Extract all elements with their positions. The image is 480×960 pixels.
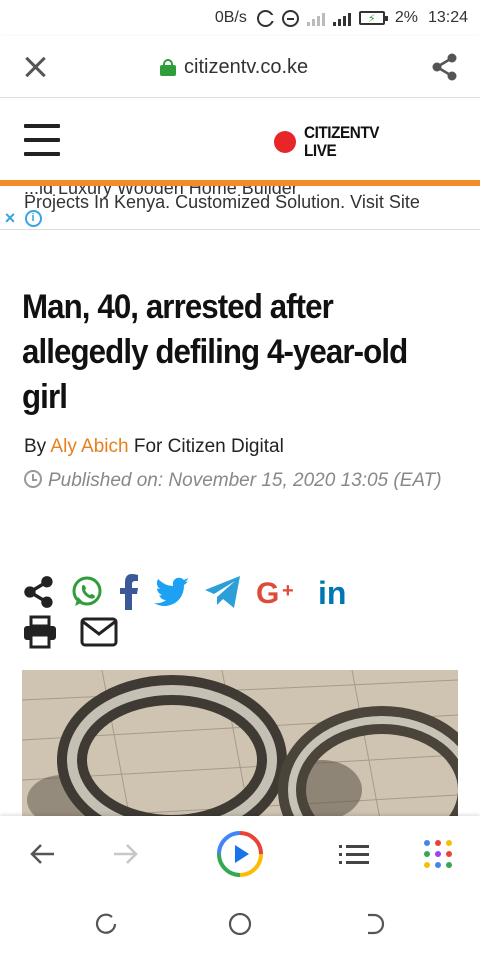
svg-text:+: + [282,580,294,602]
status-bar: 0B/s ⚡ 2% 13:24 [0,0,480,36]
arrow-left-icon [30,844,54,864]
handcuffs-image [22,670,458,830]
list-icon [339,845,369,864]
home-icon [228,912,252,936]
article-image [22,670,458,830]
citizen-tv-logo[interactable]: CITIZENTV LIVE [274,124,387,160]
ad-info-icon[interactable]: i [22,208,44,228]
system-back-button[interactable] [350,900,398,948]
play-icon [217,831,263,877]
ad-banner[interactable]: ...ld Luxury Wooden Home Builder Project… [0,186,480,230]
print-button[interactable] [22,615,58,654]
system-back-icon [368,913,385,935]
lock-icon [160,59,176,76]
recents-icon [95,913,117,934]
share-telegram-button[interactable] [204,572,242,612]
share-button[interactable] [430,52,460,82]
outlet-label: For Citizen Digital [133,436,284,457]
publish-date-text: Published on: November 15, 2020 13:05 (E… [48,470,442,491]
reading-list-button[interactable] [330,830,378,878]
forward-button[interactable] [102,830,150,878]
share-twitter-button[interactable] [154,572,190,612]
byline: By Aly Abich For Citizen Digital [24,436,284,458]
dnd-icon [281,9,299,27]
arrow-right-icon [114,844,138,864]
google-plus-icon: G + [256,577,294,609]
battery-percent: 2% [394,9,418,26]
svg-text:G: G [256,577,279,609]
linkedin-icon: in [318,575,346,609]
close-tab-button[interactable] [22,54,48,80]
back-button[interactable] [18,830,66,878]
publish-date: Published on: November 15, 2020 13:05 (E… [24,466,454,496]
apps-button[interactable] [414,830,462,878]
author-link[interactable]: Aly Abich [50,436,128,457]
facebook-icon [120,574,138,610]
whatsapp-icon [72,576,102,606]
recents-button[interactable] [82,900,130,948]
telegram-icon [205,576,240,608]
browser-bottom-bar [0,816,480,890]
signal-sim1-icon [306,10,325,26]
logo-line-2: LIVE [304,141,337,160]
svg-text:in: in [318,575,346,609]
share-bar-secondary [22,615,118,654]
home-button[interactable] [216,900,264,948]
share-icon [24,576,53,608]
share-generic-button[interactable] [22,572,56,612]
share-linkedin-button[interactable]: in [318,572,354,612]
share-icon [432,53,457,81]
battery-icon: ⚡ [358,11,388,25]
system-nav-bar [0,890,480,960]
apps-grid-icon [424,840,452,868]
share-bar: G + in [22,572,354,612]
ad-text: Projects In Kenya. Customized Solution. … [24,192,420,212]
sync-icon [256,9,275,27]
logo-dot-icon [274,131,296,153]
url-text: citizentv.co.ke [184,56,309,78]
url-display[interactable]: citizentv.co.ke [160,56,308,79]
article-headline: Man, 40, arrested after allegedly defili… [22,288,408,416]
signal-sim2-icon [332,10,351,26]
clock-time: 13:24 [427,9,468,26]
ad-close-icon[interactable]: × [0,208,20,228]
menu-button[interactable] [24,124,60,156]
browser-address-bar: citizentv.co.ke [0,36,480,98]
share-facebook-button[interactable] [118,572,140,612]
mail-icon [80,617,118,647]
print-icon [24,615,56,649]
share-whatsapp-button[interactable] [70,572,104,612]
share-google-plus-button[interactable]: G + [256,572,304,612]
email-button[interactable] [80,617,118,652]
clock-icon [24,470,42,488]
by-label: By [24,436,47,457]
net-speed: 0B/s [214,9,247,26]
divider [0,230,480,252]
logo-line-1: CITIZENTV [304,123,380,142]
site-header: CITIZENTV LIVE [0,98,480,182]
twitter-icon [154,577,189,606]
play-media-button[interactable] [216,830,264,878]
status-icons: ⚡ [256,9,388,27]
